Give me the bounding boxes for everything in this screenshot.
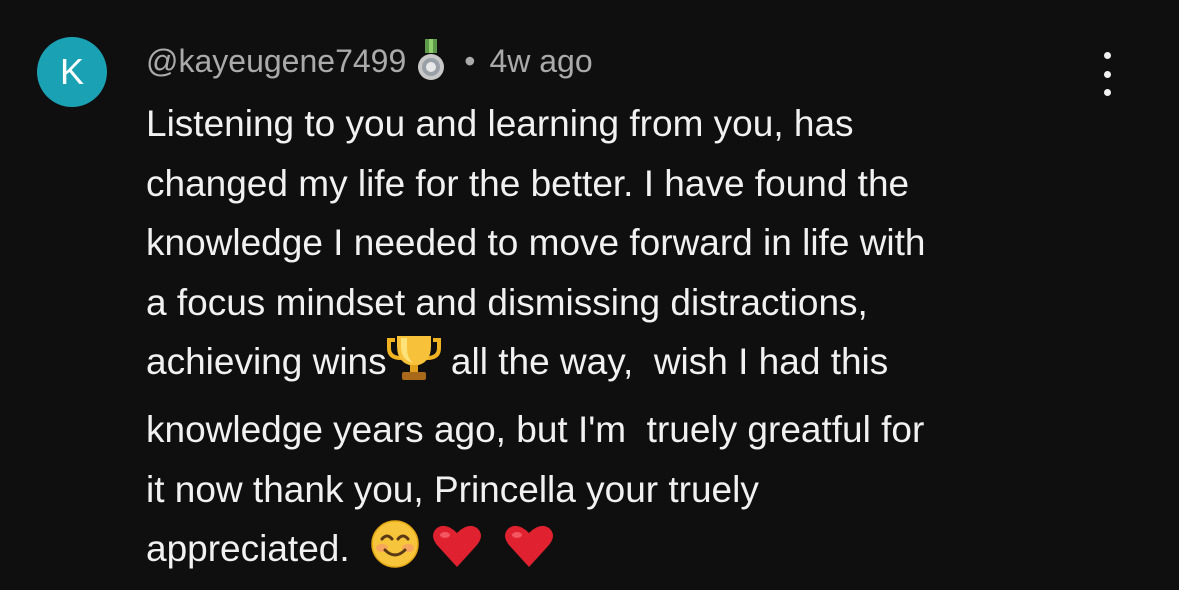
comment-line: changed my life for the better. I have f… <box>146 162 910 204</box>
comment-thread-item: K @kayeugene7499 • 4w ago Listening to y… <box>0 0 1179 590</box>
comment-timestamp[interactable]: 4w ago <box>489 43 592 80</box>
comment-line: it now thank you, Princella your truely <box>146 468 759 510</box>
red-heart-emoji <box>503 523 555 587</box>
smiling-face-emoji <box>370 519 420 587</box>
comment-line: knowledge years ago, but I'm truely grea… <box>146 408 925 450</box>
comment-line-segment: achieving wins <box>146 341 387 383</box>
comment-line: knowledge I needed to move forward in li… <box>146 222 926 264</box>
comment-line: a focus mindset and dismissing distracti… <box>146 281 868 323</box>
comment-line-with-emoji: achieving wins all the way, wish I had t… <box>146 332 1146 400</box>
comment-line-segment: appreciated. <box>146 528 350 570</box>
trophy-emoji <box>386 334 441 400</box>
comment-line: Listening to you and learning from you, … <box>146 103 854 144</box>
member-badge-medal-icon <box>416 39 446 83</box>
more-vertical-icon-dot <box>1103 70 1111 78</box>
more-vertical-icon-dot <box>1103 52 1111 59</box>
red-heart-emoji <box>431 523 483 587</box>
avatar[interactable]: K <box>37 37 107 107</box>
header-separator: • <box>464 42 476 79</box>
comment-header: @kayeugene7499 • 4w ago <box>146 38 593 84</box>
avatar-initial: K <box>59 51 84 92</box>
author-username[interactable]: @kayeugene7499 <box>146 43 406 80</box>
comment-line-segment: all the way, wish I had this <box>450 341 889 383</box>
comment-line-with-emoji: appreciated. <box>146 519 1146 587</box>
comment-body: Listening to you and learning from you, … <box>146 94 1146 587</box>
more-options-button[interactable] <box>1092 52 1122 96</box>
